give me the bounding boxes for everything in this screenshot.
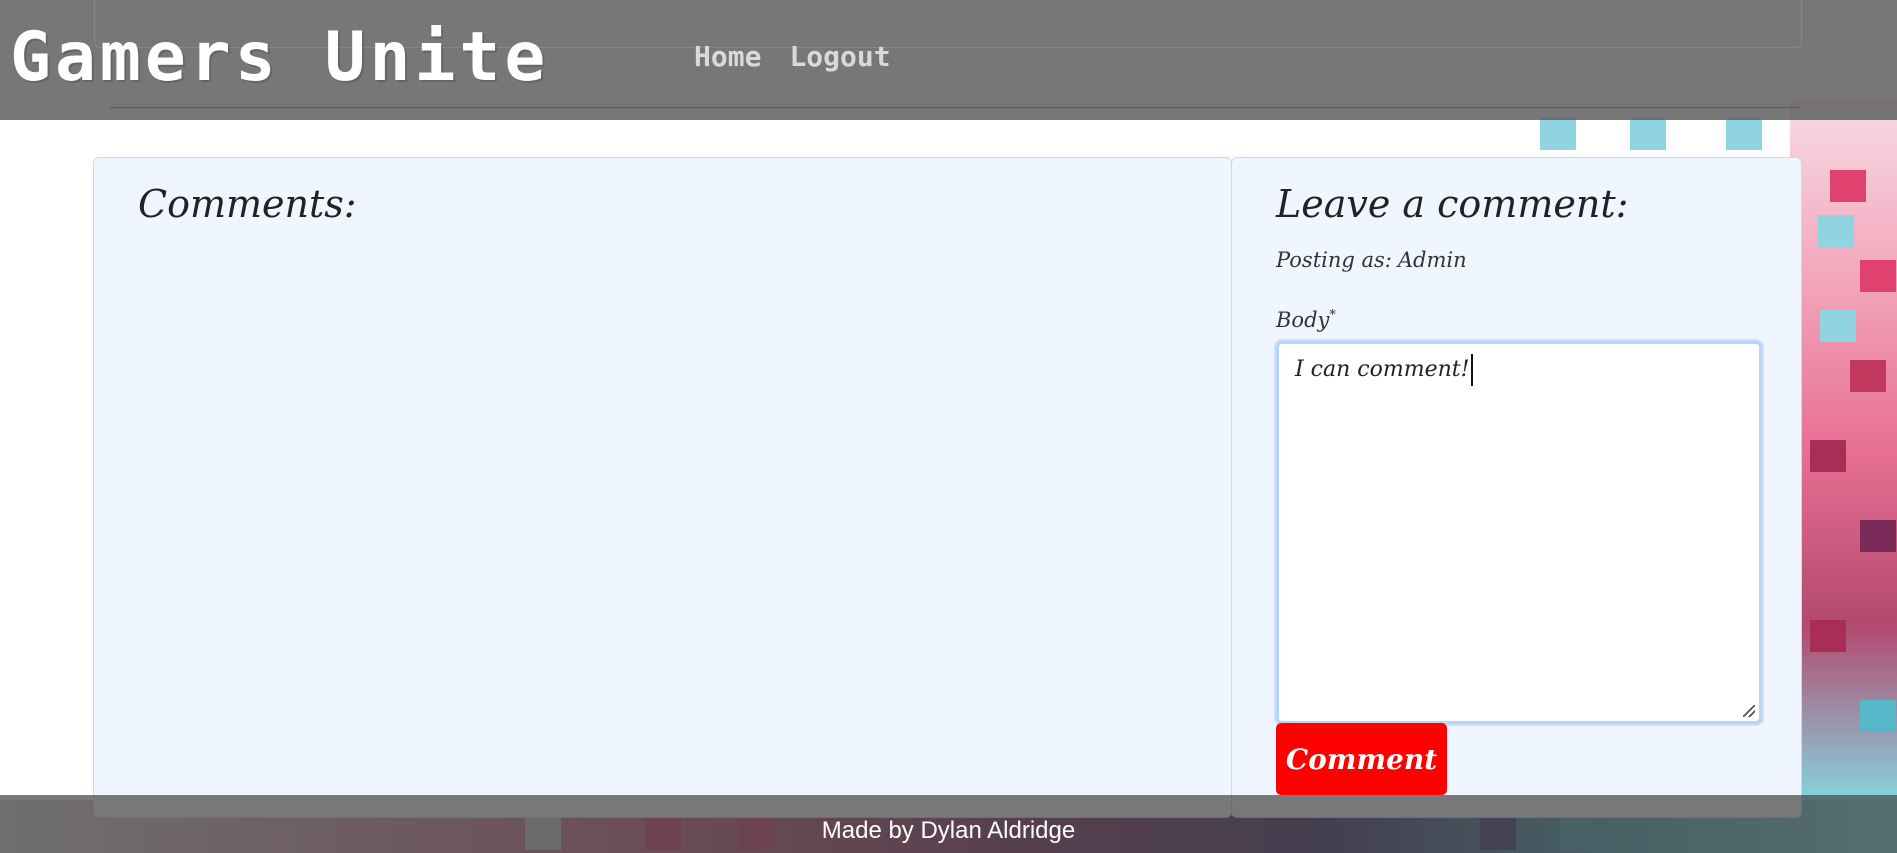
pixel-square <box>1810 440 1846 472</box>
pixel-square <box>1818 215 1854 247</box>
posting-as-username: Admin <box>1397 248 1467 272</box>
resize-handle-icon[interactable] <box>1743 705 1755 717</box>
body-field-label: Body* <box>1276 308 1336 332</box>
nav-home-link[interactable]: Home <box>694 40 761 73</box>
text-cursor <box>1471 354 1474 386</box>
navbar-divider <box>110 107 1800 108</box>
nav-logout-link[interactable]: Logout <box>789 40 890 73</box>
pixel-square <box>1850 360 1886 392</box>
pixel-square <box>1830 170 1866 202</box>
main-nav: Home Logout <box>694 40 891 73</box>
pixel-square <box>1820 310 1856 342</box>
leave-comment-heading: Leave a comment: <box>1276 182 1629 226</box>
comment-body-value: I can comment! <box>1295 357 1470 382</box>
pixel-square <box>1860 520 1896 552</box>
pixel-square <box>1726 118 1762 150</box>
pixel-square <box>1860 700 1896 732</box>
pixel-square <box>1860 260 1896 292</box>
posting-as-text: Posting as: Admin <box>1276 248 1467 272</box>
posting-as-label: Posting as: <box>1276 248 1392 272</box>
comment-submit-button[interactable]: Comment <box>1276 723 1447 795</box>
site-brand[interactable]: Gamers Unite <box>10 18 549 98</box>
comment-body-textarea[interactable]: I can comment! <box>1276 341 1762 724</box>
comment-form-panel: Leave a comment: Posting as: Admin Body* … <box>1231 157 1802 818</box>
pixel-square <box>1540 118 1576 150</box>
footer-credit: Made by Dylan Aldridge <box>821 817 1076 844</box>
pixel-square <box>1630 118 1666 150</box>
top-navbar: Gamers Unite Home Logout <box>0 0 1897 120</box>
body-label-text: Body <box>1276 308 1330 332</box>
comments-heading: Comments: <box>138 182 357 226</box>
footer: Made by Dylan Aldridge <box>0 795 1897 853</box>
comments-panel: Comments: <box>93 157 1232 818</box>
pixel-square <box>1810 620 1846 652</box>
required-marker: * <box>1329 308 1336 323</box>
